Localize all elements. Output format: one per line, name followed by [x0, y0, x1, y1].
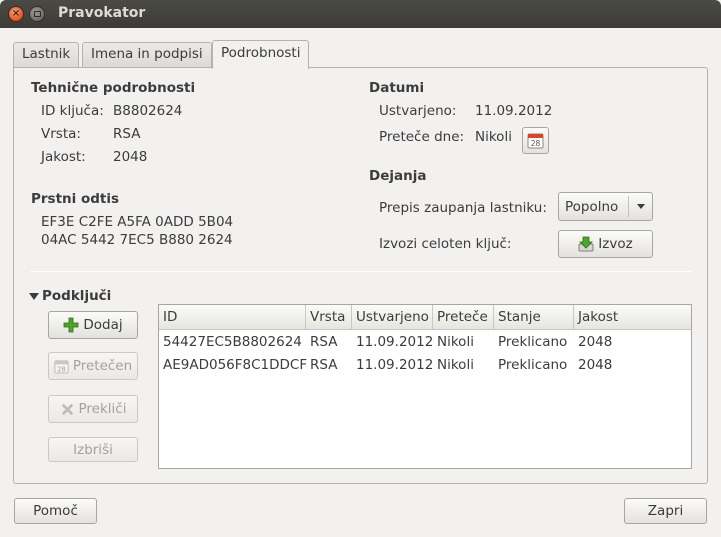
actions-heading: Dejanja [369, 168, 427, 184]
column-header-strength[interactable]: Jakost [574, 305, 691, 330]
export-button[interactable]: Izvoz [558, 230, 653, 258]
calendar-icon: 28 [54, 359, 69, 374]
close-button[interactable]: Zapri [624, 498, 707, 524]
dates-heading: Datumi [369, 80, 425, 96]
subkeys-heading: Podključi [42, 288, 112, 304]
key-id-value: B8802624 [113, 103, 183, 119]
cell-created: 11.09.2012 [356, 334, 434, 350]
change-expiry-button[interactable]: 28 [522, 127, 549, 154]
calendar-day-number: 28 [57, 365, 65, 373]
column-header-type[interactable]: Vrsta [306, 305, 352, 330]
revoke-subkey-label: Prekliči [78, 401, 127, 417]
cell-status: Preklicano [498, 357, 568, 373]
revoke-x-icon [61, 403, 73, 415]
revoke-subkey-button[interactable]: Prekliči [48, 395, 138, 423]
technical-details-heading: Tehnične podrobnosti [31, 80, 196, 96]
key-strength-value: 2048 [113, 149, 148, 165]
cell-expires: Nikoli [437, 357, 474, 373]
select-divider [628, 196, 629, 217]
calendar-icon: 28 [527, 133, 544, 149]
delete-subkey-button[interactable]: Izbriši [48, 437, 138, 462]
cell-created: 11.09.2012 [356, 357, 434, 373]
app-window: × Pravokator Lastnik Imena in podpisi Po… [0, 0, 721, 537]
expires-label: Preteče dne: [379, 129, 465, 145]
column-header-status[interactable]: Stanje [494, 305, 574, 330]
ownertrust-label: Prepis zaupanja lastniku: [379, 200, 547, 216]
cell-status: Preklicano [498, 334, 568, 350]
export-label: Izvozi celoten ključ: [379, 236, 512, 252]
chevron-down-icon [637, 204, 645, 209]
table-row[interactable]: AE9AD056F8C1DDCF RSA 11.09.2012 Nikoli P… [159, 354, 691, 377]
created-label: Ustvarjeno: [379, 103, 457, 119]
cell-type: RSA [310, 334, 338, 350]
ownertrust-value: Popolno [565, 198, 619, 215]
key-id-label: ID ključa: [41, 103, 104, 119]
key-type-value: RSA [113, 126, 141, 142]
table-row[interactable]: 54427EC5B8802624 RSA 11.09.2012 Nikoli P… [159, 331, 691, 354]
cell-id: 54427EC5B8802624 [163, 334, 302, 350]
cell-expires: Nikoli [437, 334, 474, 350]
section-separator [30, 271, 692, 272]
expires-value: Nikoli [475, 129, 512, 145]
created-value: 11.09.2012 [475, 103, 553, 119]
column-header-created[interactable]: Ustvarjeno [352, 305, 433, 330]
subkeys-table: ID Vrsta Ustvarjeno Preteče Stanje Jakos… [158, 304, 692, 469]
fingerprint-heading: Prstni odtis [31, 191, 120, 207]
add-subkey-button[interactable]: Dodaj [48, 311, 138, 339]
add-subkey-label: Dodaj [83, 317, 123, 333]
export-icon [578, 236, 594, 252]
help-button[interactable]: Pomoč [14, 498, 97, 524]
cell-type: RSA [310, 357, 338, 373]
fingerprint-line-1: EF3E C2FE A5FA 0ADD 5B04 [41, 214, 234, 230]
expander-triangle-icon [29, 292, 39, 300]
ownertrust-select[interactable]: Popolno [558, 192, 653, 221]
cell-strength: 2048 [578, 334, 613, 350]
delete-subkey-label: Izbriši [73, 441, 113, 458]
cell-id: AE9AD056F8C1DDCF [163, 357, 308, 373]
cell-strength: 2048 [578, 357, 613, 373]
fingerprint-line-2: 04AC 5442 7EC5 B880 2624 [41, 232, 233, 248]
expire-subkey-label: Pretečen [72, 358, 133, 374]
key-strength-label: Jakost: [41, 149, 86, 165]
expire-subkey-button[interactable]: 28 Pretečen [48, 352, 138, 380]
subkeys-expander[interactable]: Podključi [29, 288, 111, 304]
table-header: ID Vrsta Ustvarjeno Preteče Stanje Jakos… [159, 305, 691, 330]
column-header-id[interactable]: ID [159, 305, 306, 330]
key-type-label: Vrsta: [41, 126, 81, 142]
plus-icon [63, 317, 79, 333]
column-header-expires[interactable]: Preteče [433, 305, 494, 330]
export-button-label: Izvoz [598, 236, 633, 252]
calendar-day-number: 28 [531, 139, 541, 148]
